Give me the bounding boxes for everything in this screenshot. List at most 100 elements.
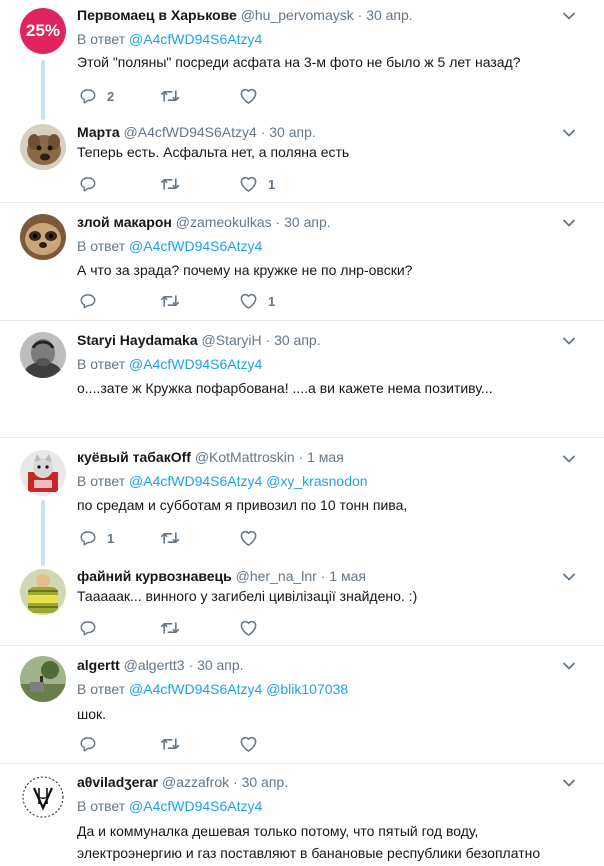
chevron-down-icon[interactable] <box>562 452 576 466</box>
author-handle[interactable]: @KotMattroskin <box>195 449 295 465</box>
reply-button[interactable] <box>79 734 107 754</box>
mention-link[interactable]: @A4cfWD94S6Atzy4 @blik107038 <box>129 681 348 697</box>
author-name[interactable]: Первомаец в Харькове <box>77 7 237 23</box>
author-name[interactable]: Марта <box>77 124 120 140</box>
tweet-text: о....зате ж Кружка пофарбована! ....а ви… <box>77 380 493 396</box>
like-button[interactable]: 1 <box>239 291 275 311</box>
retweet-button[interactable] <box>160 174 190 194</box>
author-name[interactable]: algertt <box>77 657 120 673</box>
author-name[interactable]: файний курвознавець <box>77 568 232 584</box>
landscape-avatar-image <box>20 656 66 702</box>
mention-link[interactable]: @A4cfWD94S6Atzy4 <box>129 356 262 372</box>
reply-icon <box>80 89 96 104</box>
reply-context: В ответ @A4cfWD94S6Atzy4 @blik107038 <box>77 681 349 697</box>
avatar[interactable] <box>20 774 66 820</box>
reply-count: 1 <box>107 530 115 546</box>
reply-button[interactable] <box>79 291 107 311</box>
author-name[interactable]: злой макарон <box>77 214 172 230</box>
chevron-down-icon[interactable] <box>562 659 576 673</box>
reply-button[interactable]: 1 <box>79 528 114 548</box>
heart-icon <box>240 736 257 752</box>
avatar[interactable] <box>20 450 66 496</box>
tweet-time[interactable]: 30 апр. <box>269 124 316 140</box>
avatar[interactable] <box>20 332 66 378</box>
author-handle[interactable]: @zameokulkas <box>176 214 272 230</box>
chevron-down-icon[interactable] <box>562 9 576 23</box>
reply-icon <box>80 177 96 192</box>
mention-link[interactable]: @A4cfWD94S6Atzy4 <box>129 31 262 47</box>
chevron-down-icon[interactable] <box>562 570 576 584</box>
divider <box>0 645 604 646</box>
reply-context: В ответ @A4cfWD94S6Atzy4 <box>77 238 263 254</box>
sloth-avatar-image <box>20 214 66 260</box>
tweet-time[interactable]: 30 апр. <box>274 332 321 348</box>
retweet-icon <box>160 738 180 750</box>
tweet-time[interactable]: 30 апр. <box>197 657 244 673</box>
author-handle[interactable]: @A4cfWD94S6Atzy4 <box>124 124 257 140</box>
chevron-down-icon[interactable] <box>562 776 576 790</box>
author-handle[interactable]: @her_na_lnr <box>236 568 317 584</box>
retweet-button[interactable] <box>160 86 190 106</box>
avatar[interactable] <box>20 569 66 615</box>
retweet-button[interactable] <box>160 734 190 754</box>
tweet-time[interactable]: 30 апр. <box>242 774 289 790</box>
tweet-text: Этой "поляны" посреди асфата на 3-м фото… <box>77 54 521 70</box>
avatar[interactable] <box>20 214 66 260</box>
tweet-time[interactable]: 1 мая <box>329 568 366 584</box>
reply-button[interactable]: 2 <box>79 86 114 106</box>
author-handle[interactable]: @algertt3 <box>124 657 185 673</box>
heart-icon <box>240 88 257 104</box>
chevron-down-icon[interactable] <box>562 126 576 140</box>
like-button[interactable] <box>239 734 268 754</box>
heart-icon <box>240 176 257 192</box>
avatar[interactable] <box>20 656 66 702</box>
like-button[interactable] <box>239 618 268 638</box>
divider <box>0 320 604 321</box>
reply-context: В ответ @A4cfWD94S6Atzy4 @xy_krasnodon <box>77 473 368 489</box>
retweet-icon <box>160 90 180 102</box>
tweet-time[interactable]: 30 апр. <box>284 214 331 230</box>
author-name[interactable]: aθviladʒerar <box>77 774 158 790</box>
retweet-icon <box>160 622 180 634</box>
author-name[interactable]: Staryi Haydamaka <box>77 332 198 348</box>
reply-icon <box>80 737 96 752</box>
divider <box>0 202 604 203</box>
reply-icon <box>80 531 96 546</box>
retweet-button[interactable] <box>160 291 190 311</box>
barrel-avatar-image <box>20 569 66 615</box>
tweet-text: Тааааак... винного у загибелі цивілізаці… <box>77 588 418 604</box>
chevron-down-icon[interactable] <box>562 216 576 230</box>
tweet-text: Теперь есть. Асфальта нет, а поляна есть <box>77 144 350 160</box>
heart-icon <box>240 530 257 546</box>
reply-context: В ответ @A4cfWD94S6Atzy4 <box>77 31 263 47</box>
tweet-time[interactable]: 1 мая <box>307 449 344 465</box>
reply-button[interactable] <box>79 618 107 638</box>
avatar[interactable]: 25% <box>20 8 66 54</box>
portrait-avatar-image <box>20 332 66 378</box>
avatar-badge-text: 25% <box>25 21 61 40</box>
tweet-text-line: электроэнергию и газ поставляют в банано… <box>77 845 541 861</box>
like-button[interactable] <box>239 528 268 548</box>
thread-line <box>41 500 45 566</box>
mention-link[interactable]: @A4cfWD94S6Atzy4 <box>129 238 262 254</box>
like-button[interactable] <box>239 86 268 106</box>
chevron-down-icon[interactable] <box>562 334 576 348</box>
divider <box>0 437 604 438</box>
mention-link[interactable]: @A4cfWD94S6Atzy4 @xy_krasnodon <box>129 473 368 489</box>
author-name[interactable]: куёвый табакOff <box>77 449 191 465</box>
retweet-icon <box>160 295 180 307</box>
reply-button[interactable] <box>79 174 107 194</box>
thread-line <box>41 60 45 120</box>
author-handle[interactable]: @hu_pervomaysk <box>241 7 354 23</box>
heart-icon <box>240 620 257 636</box>
like-button[interactable]: 1 <box>239 174 275 194</box>
like-count: 1 <box>268 293 276 309</box>
tweet-time[interactable]: 30 апр. <box>366 7 413 23</box>
reply-count: 2 <box>107 88 115 104</box>
retweet-button[interactable] <box>160 528 190 548</box>
avatar[interactable] <box>20 124 66 170</box>
mention-link[interactable]: @A4cfWD94S6Atzy4 <box>129 798 262 814</box>
author-handle[interactable]: @StaryiH <box>202 332 262 348</box>
retweet-button[interactable] <box>160 618 190 638</box>
author-handle[interactable]: @azzafrok <box>162 774 229 790</box>
